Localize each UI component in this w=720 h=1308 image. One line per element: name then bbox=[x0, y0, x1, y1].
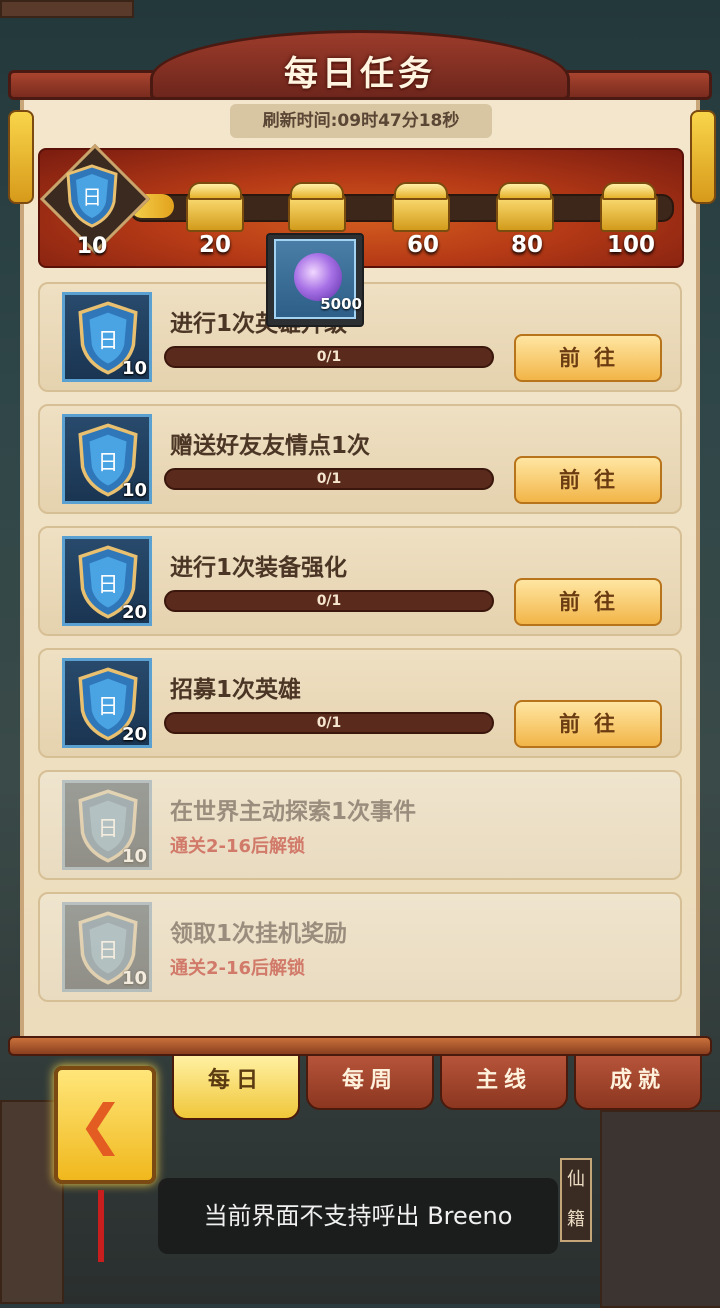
task-row: 日 20 招募1次英雄 0/1 前往 bbox=[38, 648, 682, 758]
back-arrow-icon: ❮ bbox=[78, 1093, 124, 1156]
tab-main[interactable]: 主线 bbox=[440, 1054, 568, 1110]
svg-text:日: 日 bbox=[98, 816, 119, 840]
scroll-pole-left bbox=[8, 110, 34, 204]
tab-daily[interactable]: 每日 bbox=[172, 1054, 300, 1120]
task-progress-text: 0/1 bbox=[316, 593, 342, 609]
svg-text:日: 日 bbox=[98, 450, 119, 474]
reward-amount: 5000 bbox=[320, 295, 362, 313]
svg-text:日: 日 bbox=[98, 694, 119, 718]
task-name: 赠送好友友情点1次 bbox=[170, 433, 371, 459]
scroll-pole-right bbox=[690, 110, 716, 204]
reward-chest-100[interactable] bbox=[600, 182, 658, 232]
task-unlock-condition: 通关2-16后解锁 bbox=[170, 836, 306, 857]
reward-chest-20[interactable] bbox=[186, 182, 244, 232]
chest-points-label: 80 bbox=[510, 232, 543, 258]
svg-text:日: 日 bbox=[98, 938, 119, 962]
purple-orb-icon bbox=[294, 253, 342, 301]
chest-points-label: 60 bbox=[406, 232, 439, 258]
task-row-locked: 日 10 领取1次挂机奖励 通关2-16后解锁 bbox=[38, 892, 682, 1002]
task-points: 10 bbox=[121, 968, 147, 989]
scroll-bottom-rod bbox=[8, 1036, 712, 1056]
task-row: 日 20 进行1次装备强化 0/1 前往 bbox=[38, 526, 682, 636]
reward-chest-60[interactable] bbox=[392, 182, 450, 232]
building-decoration bbox=[600, 1110, 720, 1308]
task-name: 领取1次挂机奖励 bbox=[170, 921, 348, 947]
chest-points-label: 100 bbox=[606, 232, 655, 258]
task-points-icon: 日 20 bbox=[62, 658, 152, 748]
task-progress-bar: 0/1 bbox=[164, 468, 494, 490]
task-name: 进行1次装备强化 bbox=[170, 555, 348, 581]
reward-tooltip: 5000 bbox=[266, 233, 364, 327]
tab-weekly[interactable]: 每周 bbox=[306, 1054, 434, 1110]
task-points: 20 bbox=[121, 602, 147, 623]
task-progress-bar: 0/1 bbox=[164, 712, 494, 734]
go-button[interactable]: 前往 bbox=[514, 578, 662, 626]
task-progress-text: 0/1 bbox=[316, 471, 342, 487]
shield-icon: 日 bbox=[66, 164, 118, 228]
task-points-icon: 日 10 bbox=[62, 414, 152, 504]
task-unlock-condition: 通关2-16后解锁 bbox=[170, 958, 306, 979]
back-button-post bbox=[98, 1190, 104, 1262]
task-points-icon: 日 20 bbox=[62, 536, 152, 626]
task-points: 10 bbox=[121, 358, 147, 379]
tab-achievement[interactable]: 成就 bbox=[574, 1054, 702, 1110]
task-progress-text: 0/1 bbox=[316, 349, 342, 365]
building-sign: 仙籍 bbox=[560, 1158, 592, 1242]
task-points: 10 bbox=[121, 480, 147, 501]
task-points-icon: 日 10 bbox=[62, 780, 152, 870]
task-points-icon: 日 10 bbox=[62, 902, 152, 992]
current-points-badge: 日 10 bbox=[39, 143, 151, 259]
svg-text:日: 日 bbox=[82, 185, 102, 209]
task-name: 招募1次英雄 bbox=[170, 677, 302, 703]
svg-text:日: 日 bbox=[98, 572, 119, 596]
task-progress-bar: 0/1 bbox=[164, 346, 494, 368]
task-row: 日 10 赠送好友友情点1次 0/1 前往 bbox=[38, 404, 682, 514]
task-row-locked: 日 10 在世界主动探索1次事件 通关2-16后解锁 bbox=[38, 770, 682, 880]
roof-decoration bbox=[0, 0, 134, 18]
reward-item-slot: 5000 bbox=[274, 239, 362, 319]
current-points: 10 bbox=[76, 234, 108, 259]
task-progress-text: 0/1 bbox=[316, 715, 342, 731]
reward-chest-80[interactable] bbox=[496, 182, 554, 232]
task-points-icon: 日 10 bbox=[62, 292, 152, 382]
go-button[interactable]: 前往 bbox=[514, 700, 662, 748]
page-title: 每日任务 bbox=[284, 54, 436, 94]
go-button[interactable]: 前往 bbox=[514, 334, 662, 382]
task-progress-bar: 0/1 bbox=[164, 590, 494, 612]
task-points: 20 bbox=[121, 724, 147, 745]
reward-chest-40[interactable] bbox=[288, 182, 346, 232]
task-points: 10 bbox=[121, 846, 147, 867]
task-name: 在世界主动探索1次事件 bbox=[170, 799, 417, 825]
svg-text:日: 日 bbox=[98, 328, 119, 352]
go-button[interactable]: 前往 bbox=[514, 456, 662, 504]
system-toast: 当前界面不支持呼出 Breeno bbox=[158, 1178, 558, 1254]
refresh-timer: 刷新时间:09时47分18秒 bbox=[230, 104, 492, 138]
back-button[interactable]: ❮ bbox=[54, 1066, 156, 1184]
chest-points-label: 20 bbox=[198, 232, 231, 258]
